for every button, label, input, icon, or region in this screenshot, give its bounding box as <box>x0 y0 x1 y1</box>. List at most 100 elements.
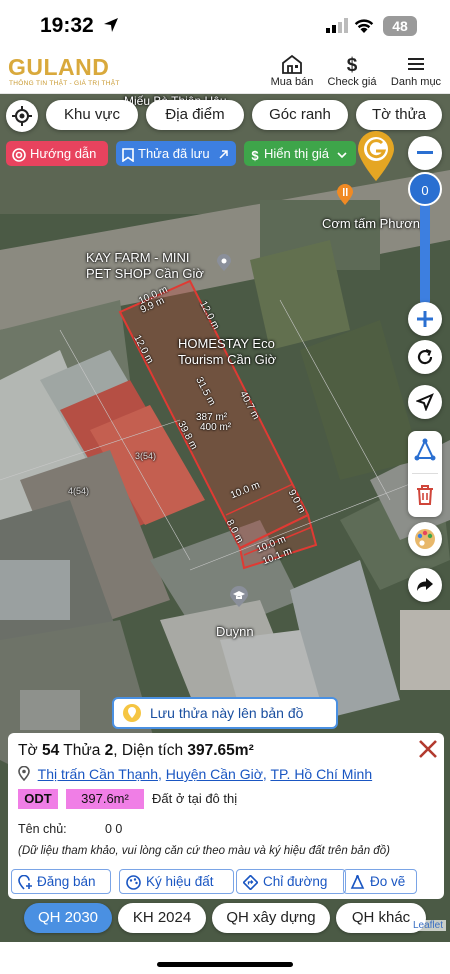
navigate-button[interactable] <box>408 385 442 419</box>
sheet-number: 54 <box>41 742 60 759</box>
saved-parcels-chip[interactable]: Thửa đã lưu <box>116 141 236 166</box>
map-label-shop-line2: PET SHOP Cần Giờ <box>86 266 204 281</box>
nav-mua-ban[interactable]: Mua bán <box>268 54 316 88</box>
post-listing-button[interactable]: Đăng bán <box>11 869 111 894</box>
zoom-in-button[interactable] <box>408 302 442 336</box>
house-icon <box>282 54 302 74</box>
external-link-icon <box>219 149 228 159</box>
location-arrow-icon <box>104 18 118 32</box>
minus-icon <box>417 151 433 154</box>
trash-icon[interactable] <box>416 485 434 505</box>
guide-chip-label: Hướng dẫn <box>30 146 97 161</box>
post-listing-label: Đăng bán <box>37 874 96 889</box>
signal-icon <box>326 18 348 33</box>
owner-value: 0 0 <box>105 822 123 836</box>
parcel-location: Thị trấn Cần Thạnh, Huyện Cần Giờ, TP. H… <box>18 765 372 782</box>
measure-button[interactable]: Đo vẽ <box>343 869 417 894</box>
parcel-number-neighbor: 3(54) <box>135 451 157 461</box>
save-parcel-label: Lưu thửa này lên bản đồ <box>150 705 304 721</box>
area-label: Diện tích <box>121 742 184 759</box>
disclaimer-note: (Dữ liệu tham khảo, vui lòng căn cứ theo… <box>18 845 390 857</box>
status-bar: 19:32 48 <box>0 0 450 52</box>
parcel-area-label: 400 m² <box>200 422 232 433</box>
home-bar <box>0 942 450 974</box>
tab-qh-2030[interactable]: QH 2030 <box>24 903 112 933</box>
land-symbols-label: Ký hiệu đất <box>146 874 214 889</box>
location-plus-icon <box>18 874 32 890</box>
map-attribution[interactable]: Leaflet <box>409 920 446 931</box>
dollar-icon: $ <box>347 55 358 74</box>
filter-to-thua[interactable]: Tờ thửa <box>356 100 442 130</box>
directions-icon <box>242 874 259 891</box>
ward-link[interactable]: Thị trấn Cần Thạnh <box>38 766 158 782</box>
parcel-info-panel: Tờ 54 Thửa 2, Diện tích 397.65m² Thị trấ… <box>8 733 444 899</box>
palette-button[interactable] <box>408 522 442 556</box>
land-use-area: 397.6m² <box>66 789 144 809</box>
district-link[interactable]: Huyện Cần Giờ <box>166 766 263 782</box>
land-use-code: ODT <box>18 789 58 809</box>
menu-icon <box>408 58 424 70</box>
filter-khu-vuc[interactable]: Khu vực <box>46 100 138 130</box>
filter-dia-diem[interactable]: Địa điểm <box>146 100 244 130</box>
guland-marker-icon[interactable] <box>356 130 396 182</box>
map-pin-icon <box>123 704 141 722</box>
brand-logo[interactable]: GULAND <box>8 54 109 81</box>
refresh-button[interactable] <box>408 340 442 374</box>
parcel-title: Tờ 54 Thửa 2, Diện tích 397.65m² <box>18 742 254 760</box>
filter-goc-ranh[interactable]: Góc ranh <box>252 100 348 130</box>
app-header: GULAND THÔNG TIN THẬT - GIÁ TRỊ THẬT Mua… <box>0 52 450 94</box>
area-value: 397.65m² <box>187 742 254 759</box>
plus-icon <box>417 311 433 327</box>
place-pin-icon[interactable] <box>216 254 232 272</box>
wifi-icon <box>354 19 374 33</box>
dollar-icon: $ <box>251 148 259 163</box>
plot-label: Thửa <box>63 742 101 759</box>
land-use-desc: Đất ở tại đô thị <box>152 791 238 806</box>
divider <box>412 473 438 474</box>
measure-polygon-icon[interactable] <box>413 438 437 462</box>
tab-qh-xay-dung[interactable]: QH xây dựng <box>212 903 330 933</box>
locate-me-button[interactable] <box>6 100 38 132</box>
nav-check-gia[interactable]: $ Check giá <box>326 54 378 88</box>
saved-chip-label: Thửa đã lưu <box>138 146 210 161</box>
bookmark-icon <box>122 147 134 163</box>
navigation-arrow-icon <box>416 393 434 411</box>
nav-label: Danh mục <box>390 76 442 88</box>
palette-icon <box>126 875 141 890</box>
svg-text:$: $ <box>251 148 259 162</box>
measure-label: Đo vẽ <box>370 874 406 889</box>
parcel-number-neighbor: 4(54) <box>68 486 90 496</box>
home-indicator[interactable] <box>157 962 293 967</box>
restaurant-pin-icon[interactable] <box>336 184 354 206</box>
share-arrow-icon <box>417 578 433 591</box>
price-chip-label: Hiển thị giá <box>264 146 330 161</box>
guide-chip[interactable]: Hướng dẫn <box>6 141 108 166</box>
nav-danh-muc[interactable]: Danh mục <box>388 54 444 88</box>
sheet-label: Tờ <box>18 742 38 759</box>
chevron-down-icon <box>337 151 347 158</box>
separator: , <box>113 742 118 759</box>
directions-label: Chỉ đường <box>263 874 328 889</box>
tab-kh-2024[interactable]: KH 2024 <box>118 903 206 933</box>
close-icon[interactable] <box>418 739 438 759</box>
svg-text:$: $ <box>347 55 358 74</box>
separator: , <box>158 766 166 782</box>
palette-icon <box>415 529 435 549</box>
brand-tagline: THÔNG TIN THẬT - GIÁ TRỊ THẬT <box>9 80 120 87</box>
zoom-out-button[interactable] <box>408 136 442 170</box>
school-pin-icon[interactable] <box>229 586 249 608</box>
land-symbols-button[interactable]: Ký hiệu đất <box>119 869 234 894</box>
share-button[interactable] <box>408 568 442 602</box>
zoom-level-thumb[interactable]: 0 <box>408 172 442 206</box>
save-parcel-button[interactable]: Lưu thửa này lên bản đồ <box>112 697 338 729</box>
refresh-icon <box>417 348 433 365</box>
location-pin-icon <box>18 765 30 782</box>
measure-tools <box>408 431 442 517</box>
city-link[interactable]: TP. Hồ Chí Minh <box>270 766 372 782</box>
show-price-chip[interactable]: $ Hiển thị giá <box>244 141 356 166</box>
crosshair-icon <box>12 106 32 126</box>
map-label-shop-line1: KAY FARM - MINI <box>86 250 190 265</box>
directions-button[interactable]: Chỉ đường <box>236 869 346 894</box>
map-label-poi: Duynn <box>216 624 254 639</box>
map-label-homestay-line1: HOMESTAY Eco <box>178 336 275 351</box>
